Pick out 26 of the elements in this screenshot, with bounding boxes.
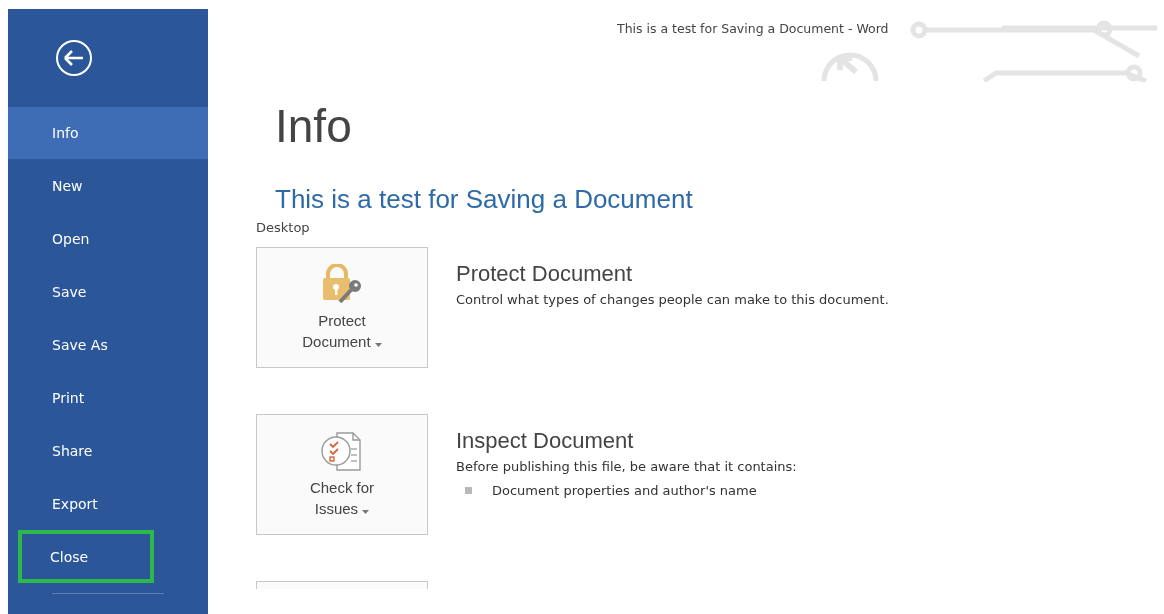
bullet-text: Document properties and author's name — [492, 483, 757, 498]
command-button[interactable]: Protect Document — [256, 247, 428, 368]
caret-icon — [362, 509, 370, 514]
lock-key-icon — [320, 263, 364, 304]
section-title: Inspect Document — [456, 427, 635, 455]
sidebar-item[interactable]: Print — [8, 371, 208, 424]
page-heading: Info — [275, 99, 353, 154]
sidebar-item[interactable]: Info — [8, 107, 208, 159]
sidebar-item[interactable]: Save As — [8, 318, 208, 371]
sidebar-item[interactable]: Close — [18, 530, 154, 583]
sidebar-item[interactable]: Export — [8, 477, 208, 530]
bullet-icon — [465, 487, 472, 494]
section-description: Control what types of changes people can make to this document. — [456, 291, 889, 309]
sidebar-item[interactable]: Share — [8, 424, 208, 477]
sidebar-item[interactable]: New — [8, 159, 208, 212]
sidebar-item[interactable]: Save — [8, 265, 208, 318]
document-location: Desktop — [256, 219, 311, 237]
section-description: Before publishing this file, be aware that it contains: — [456, 458, 797, 476]
section-title: Protect Document — [456, 260, 634, 288]
document-title: This is a test for Saving a Document — [275, 184, 694, 214]
sidebar-item[interactable]: Open — [8, 212, 208, 265]
window-title: This is a test for Saving a Document - Word — [617, 21, 889, 37]
caret-icon — [374, 342, 382, 347]
command-button[interactable]: Check for Issues — [256, 414, 428, 535]
back-button[interactable] — [54, 38, 94, 78]
back-icon — [55, 39, 93, 77]
